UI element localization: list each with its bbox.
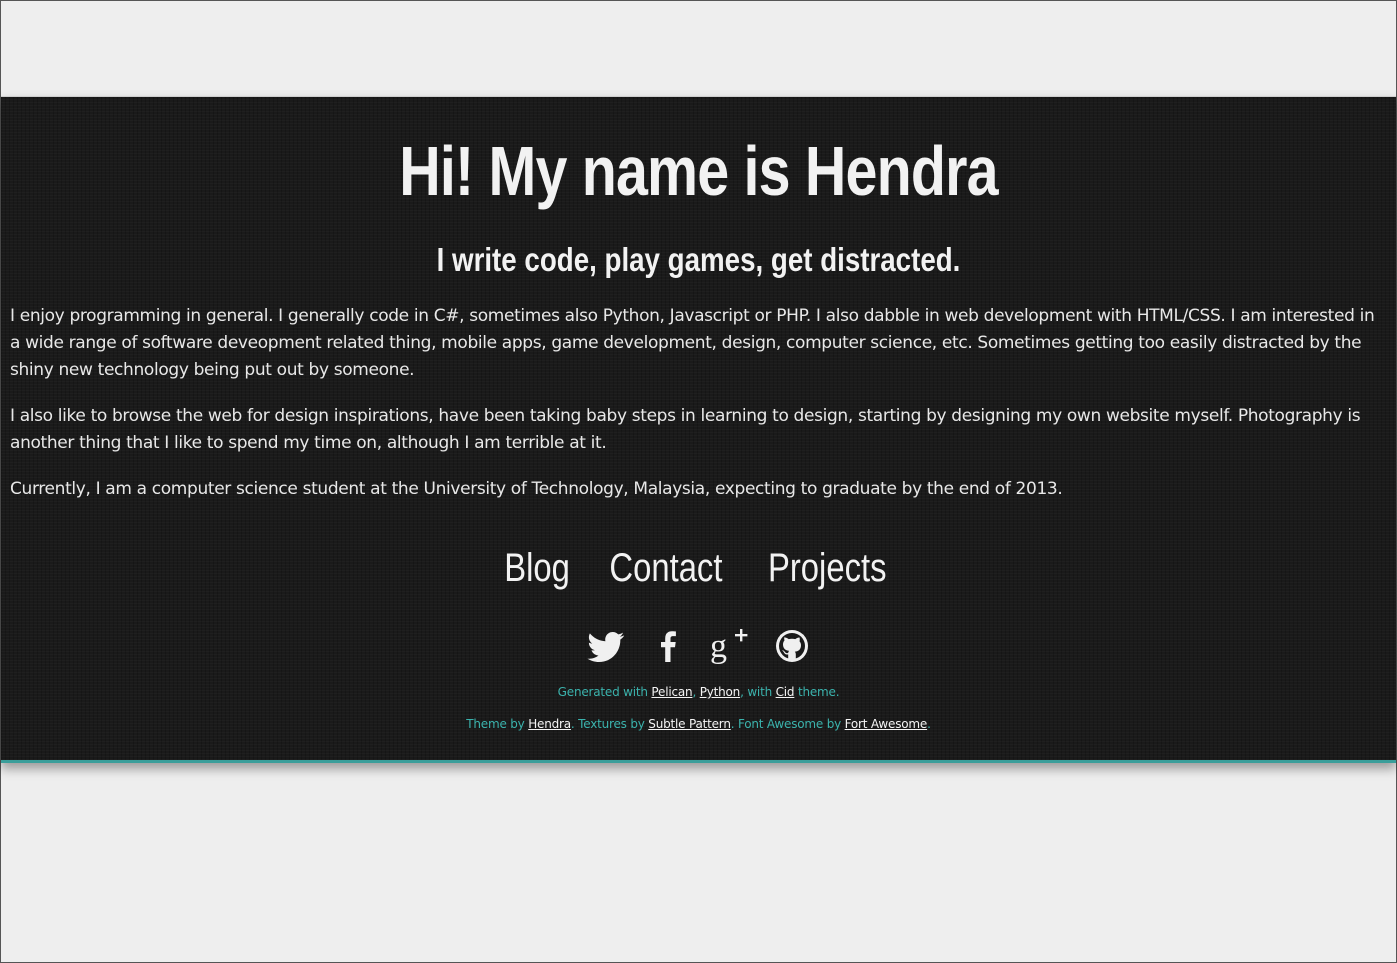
google-plus-icon[interactable]: g <box>708 624 752 668</box>
twitter-icon[interactable] <box>584 624 628 668</box>
nav-contact-link[interactable]: Contact <box>610 542 723 594</box>
nav-projects-link[interactable]: Projects <box>768 542 886 594</box>
facebook-icon[interactable] <box>646 624 690 668</box>
main-panel: Hi! My name is Hendra I write code, play… <box>1 96 1396 763</box>
main-nav: Blog Contact Projects <box>1 542 1396 594</box>
github-icon-graphic <box>775 630 808 662</box>
footer-text: theme. <box>794 685 840 699</box>
footer-text: . <box>927 717 931 731</box>
footer-text: . Font Awesome by <box>730 717 845 731</box>
about-paragraph: I enjoy programming in general. I genera… <box>10 306 1375 380</box>
social-links: g <box>1 624 1396 668</box>
footer-text: , with <box>740 685 776 699</box>
hendra-link[interactable]: Hendra <box>528 717 571 731</box>
github-icon[interactable] <box>770 624 814 668</box>
about-paragraph: Currently, I am a computer science stude… <box>10 479 1063 499</box>
python-link[interactable]: Python <box>700 685 741 699</box>
google-plus-icon-graphic: g <box>710 628 747 665</box>
footer-text: Generated with <box>557 685 652 699</box>
footer-text: , <box>692 685 700 699</box>
svg-text:g: g <box>710 628 727 665</box>
about-paragraph: I also like to browse the web for design… <box>10 406 1361 453</box>
pelican-link[interactable]: Pelican <box>651 685 692 699</box>
subtle-pattern-link[interactable]: Subtle Pattern <box>648 717 731 731</box>
fort-awesome-link[interactable]: Fort Awesome <box>845 717 928 731</box>
page-title: Hi! My name is Hendra <box>399 132 998 210</box>
about-section: I enjoy programming in general. I genera… <box>10 303 1386 522</box>
nav-blog-link[interactable]: Blog <box>504 542 570 594</box>
twitter-icon-graphic <box>586 632 624 662</box>
footer-credits-generated: Generated with Pelican, Python, with Cid… <box>1 685 1396 699</box>
footer-text: . Textures by <box>570 717 649 731</box>
facebook-icon-graphic <box>660 631 676 662</box>
footer-text: Theme by <box>466 717 529 731</box>
tagline: I write code, play games, get distracted… <box>436 241 961 278</box>
cid-link[interactable]: Cid <box>776 685 795 699</box>
footer-credits-theme: Theme by Hendra. Textures by Subtle Patt… <box>1 717 1396 731</box>
